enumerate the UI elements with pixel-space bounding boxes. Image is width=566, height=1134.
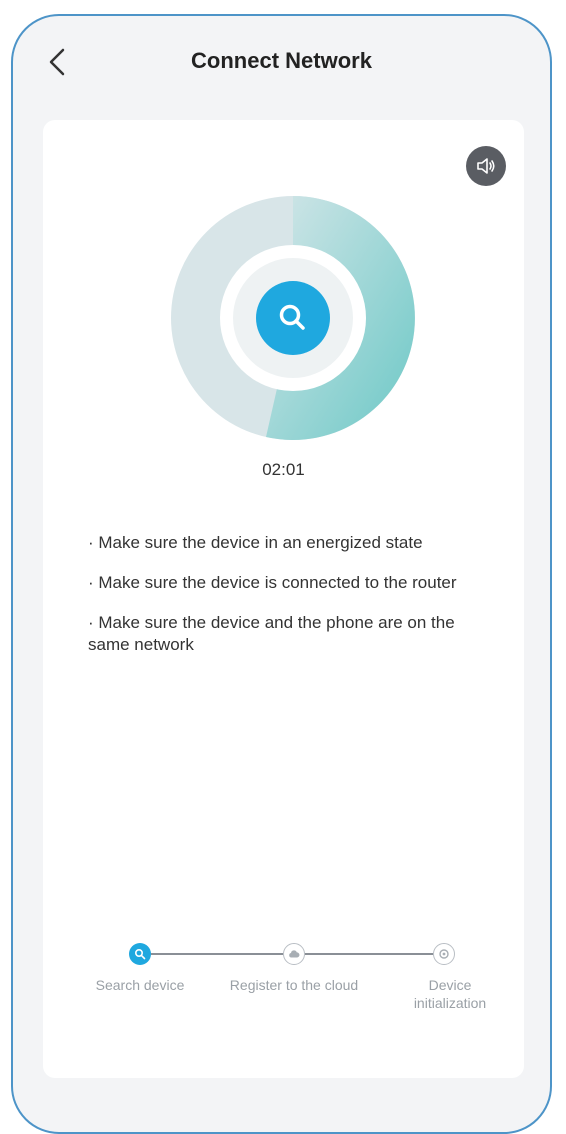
step-label-register-cloud: Register to the cloud <box>229 977 359 993</box>
step-search-device <box>129 943 151 965</box>
step-label-search-device: Search device <box>95 977 185 993</box>
step-connector <box>151 953 283 955</box>
content-card: 02:01 · Make sure the device in an energ… <box>43 120 524 1078</box>
initialization-icon <box>439 949 449 959</box>
header: Connect Network <box>13 16 550 106</box>
tip-item: · Make sure the device is connected to t… <box>88 573 457 592</box>
tip-item: · Make sure the device in an energized s… <box>88 533 423 552</box>
step-label-device-initialization: Device initialization <box>413 977 487 1011</box>
cloud-icon <box>289 950 300 958</box>
step-connector <box>305 953 433 955</box>
countdown-timer: 02:01 <box>262 460 305 479</box>
phone-frame: Connect Network 02:01 · Make sure the de… <box>11 14 552 1134</box>
sound-toggle-button[interactable] <box>466 146 506 186</box>
connection-steps: Search device Register to the cloud Devi… <box>43 936 524 1056</box>
step-device-initialization <box>433 943 455 965</box>
search-icon <box>134 948 146 960</box>
speaker-icon <box>477 158 495 174</box>
page-title: Connect Network <box>191 48 372 73</box>
tips-list: · Make sure the device in an energized s… <box>88 532 498 674</box>
step-register-cloud <box>283 943 305 965</box>
tip-item: · Make sure the device and the phone are… <box>88 613 455 654</box>
search-icon <box>279 304 305 330</box>
